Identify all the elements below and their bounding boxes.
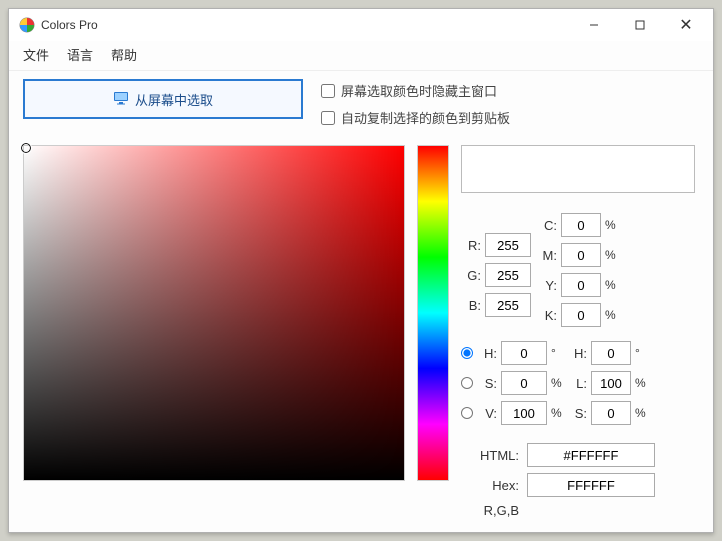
suffix-k: % bbox=[605, 308, 619, 322]
input-html[interactable] bbox=[527, 443, 655, 467]
suffix-hsv-v: % bbox=[551, 406, 565, 420]
close-button[interactable]: ✕ bbox=[663, 11, 709, 39]
radio-hsv-h[interactable] bbox=[461, 347, 473, 359]
label-hsv-h: H: bbox=[477, 346, 497, 361]
app-window: Colors Pro ✕ 文件 语言 帮助 从屏幕中选取 屏幕选取颜色时隐藏主窗… bbox=[8, 8, 714, 533]
checkbox-auto-copy[interactable]: 自动复制选择的颜色到剪贴板 bbox=[321, 108, 510, 127]
label-y: Y: bbox=[539, 278, 557, 293]
input-hsl-l[interactable] bbox=[591, 371, 631, 395]
label-hsv-v: V: bbox=[477, 406, 497, 421]
minimize-button[interactable] bbox=[571, 11, 617, 39]
suffix-hsv-h: ° bbox=[551, 346, 565, 360]
radio-hsv-v[interactable] bbox=[461, 407, 473, 419]
label-k: K: bbox=[539, 308, 557, 323]
label-hsl-h: H: bbox=[569, 346, 587, 361]
label-r: R: bbox=[461, 238, 481, 253]
input-hsl-s[interactable] bbox=[591, 401, 631, 425]
checkbox-auto-copy-input[interactable] bbox=[321, 111, 335, 125]
hue-slider[interactable] bbox=[417, 145, 449, 481]
input-g[interactable] bbox=[485, 263, 531, 287]
label-g: G: bbox=[461, 268, 481, 283]
label-m: M: bbox=[539, 248, 557, 263]
suffix-m: % bbox=[605, 248, 619, 262]
checkbox-auto-copy-label: 自动复制选择的颜色到剪贴板 bbox=[341, 108, 510, 127]
suffix-hsl-l: % bbox=[635, 376, 649, 390]
window-title: Colors Pro bbox=[41, 18, 571, 32]
label-hex: Hex: bbox=[461, 478, 519, 493]
input-k[interactable] bbox=[561, 303, 601, 327]
suffix-hsl-s: % bbox=[635, 406, 649, 420]
color-preview bbox=[461, 145, 695, 193]
app-icon bbox=[19, 17, 35, 33]
radio-hsv-s[interactable] bbox=[461, 377, 473, 389]
suffix-y: % bbox=[605, 278, 619, 292]
menu-file[interactable]: 文件 bbox=[23, 45, 49, 64]
label-c: C: bbox=[539, 218, 557, 233]
pick-from-screen-label: 从屏幕中选取 bbox=[135, 90, 213, 109]
label-hsl-s: S: bbox=[569, 406, 587, 421]
maximize-button[interactable] bbox=[617, 11, 663, 39]
saturation-value-picker[interactable] bbox=[23, 145, 405, 481]
pick-from-screen-button[interactable]: 从屏幕中选取 bbox=[23, 79, 303, 119]
menu-help[interactable]: 帮助 bbox=[111, 45, 137, 64]
label-hsv-s: S: bbox=[477, 376, 497, 391]
input-hsv-v[interactable] bbox=[501, 401, 547, 425]
suffix-c: % bbox=[605, 218, 619, 232]
label-html: HTML: bbox=[461, 448, 519, 463]
input-hex[interactable] bbox=[527, 473, 655, 497]
label-rgb: R,G,B bbox=[461, 503, 519, 518]
label-hsl-l: L: bbox=[569, 376, 587, 391]
checkbox-hide-main-input[interactable] bbox=[321, 84, 335, 98]
input-y[interactable] bbox=[561, 273, 601, 297]
monitor-icon bbox=[113, 91, 129, 108]
checkbox-hide-main-label: 屏幕选取颜色时隐藏主窗口 bbox=[341, 81, 497, 100]
checkbox-hide-main-window[interactable]: 屏幕选取颜色时隐藏主窗口 bbox=[321, 81, 510, 100]
label-b: B: bbox=[461, 298, 481, 313]
titlebar: Colors Pro ✕ bbox=[9, 9, 713, 41]
input-hsv-h[interactable] bbox=[501, 341, 547, 365]
input-hsl-h[interactable] bbox=[591, 341, 631, 365]
suffix-hsv-s: % bbox=[551, 376, 565, 390]
input-r[interactable] bbox=[485, 233, 531, 257]
sv-cursor bbox=[21, 143, 31, 153]
content: 从屏幕中选取 屏幕选取颜色时隐藏主窗口 自动复制选择的颜色到剪贴板 bbox=[9, 71, 713, 532]
input-c[interactable] bbox=[561, 213, 601, 237]
menu-language[interactable]: 语言 bbox=[67, 45, 93, 64]
input-m[interactable] bbox=[561, 243, 601, 267]
menubar: 文件 语言 帮助 bbox=[9, 41, 713, 71]
suffix-hsl-h: ° bbox=[635, 346, 649, 360]
input-hsv-s[interactable] bbox=[501, 371, 547, 395]
input-b[interactable] bbox=[485, 293, 531, 317]
